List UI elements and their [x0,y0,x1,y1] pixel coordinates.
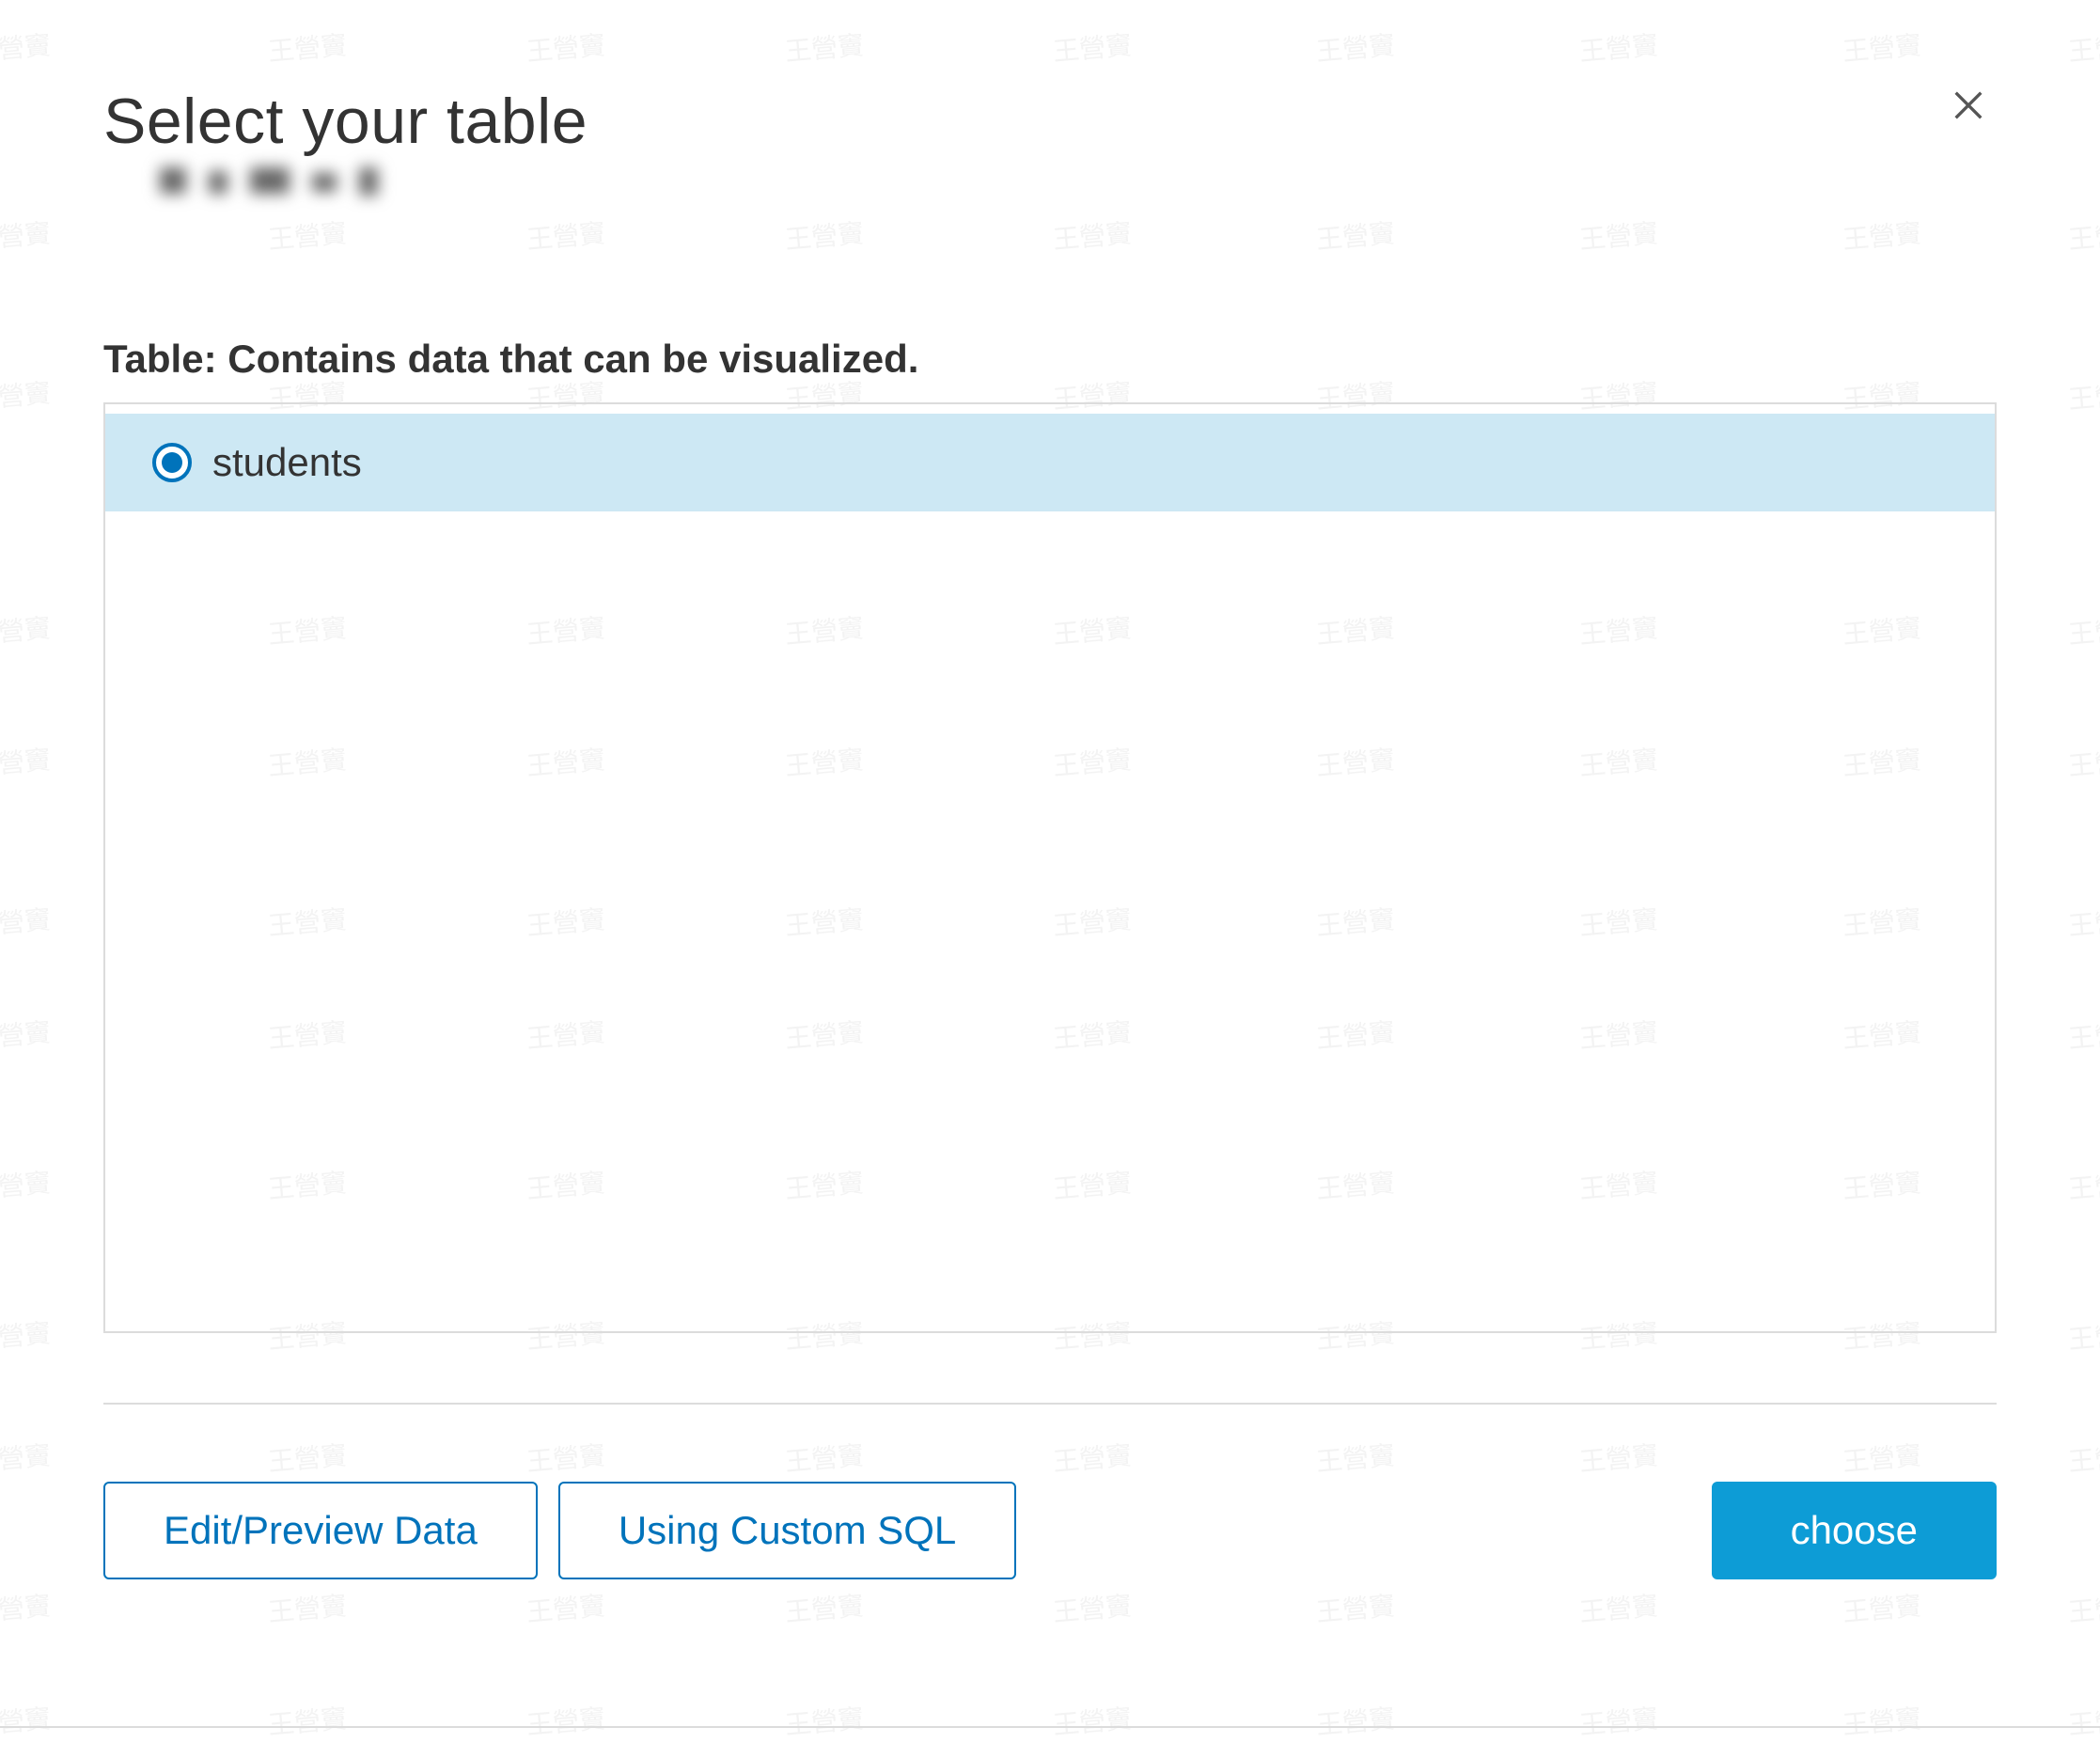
modal-title: Select your table [103,85,588,158]
section-label: Table: Contains data that can be visuali… [103,337,1997,382]
close-icon[interactable] [1940,75,1997,141]
button-group-left: Edit/Preview Data Using Custom SQL [103,1482,1016,1579]
edit-preview-data-button[interactable]: Edit/Preview Data [103,1482,538,1579]
radio-selected-icon[interactable] [152,443,192,482]
table-row-students[interactable]: students [105,414,1995,511]
modal-header: Select your table [103,85,1997,196]
using-custom-sql-button[interactable]: Using Custom SQL [558,1482,1016,1579]
select-table-modal: Select your table Table: Contains data t… [0,0,2100,1728]
table-list: students [103,402,1997,1333]
table-name-label: students [212,440,362,485]
redacted-subtitle [160,167,588,196]
choose-button[interactable]: choose [1712,1482,1997,1579]
button-row: Edit/Preview Data Using Custom SQL choos… [103,1482,1997,1579]
divider [103,1403,1997,1405]
